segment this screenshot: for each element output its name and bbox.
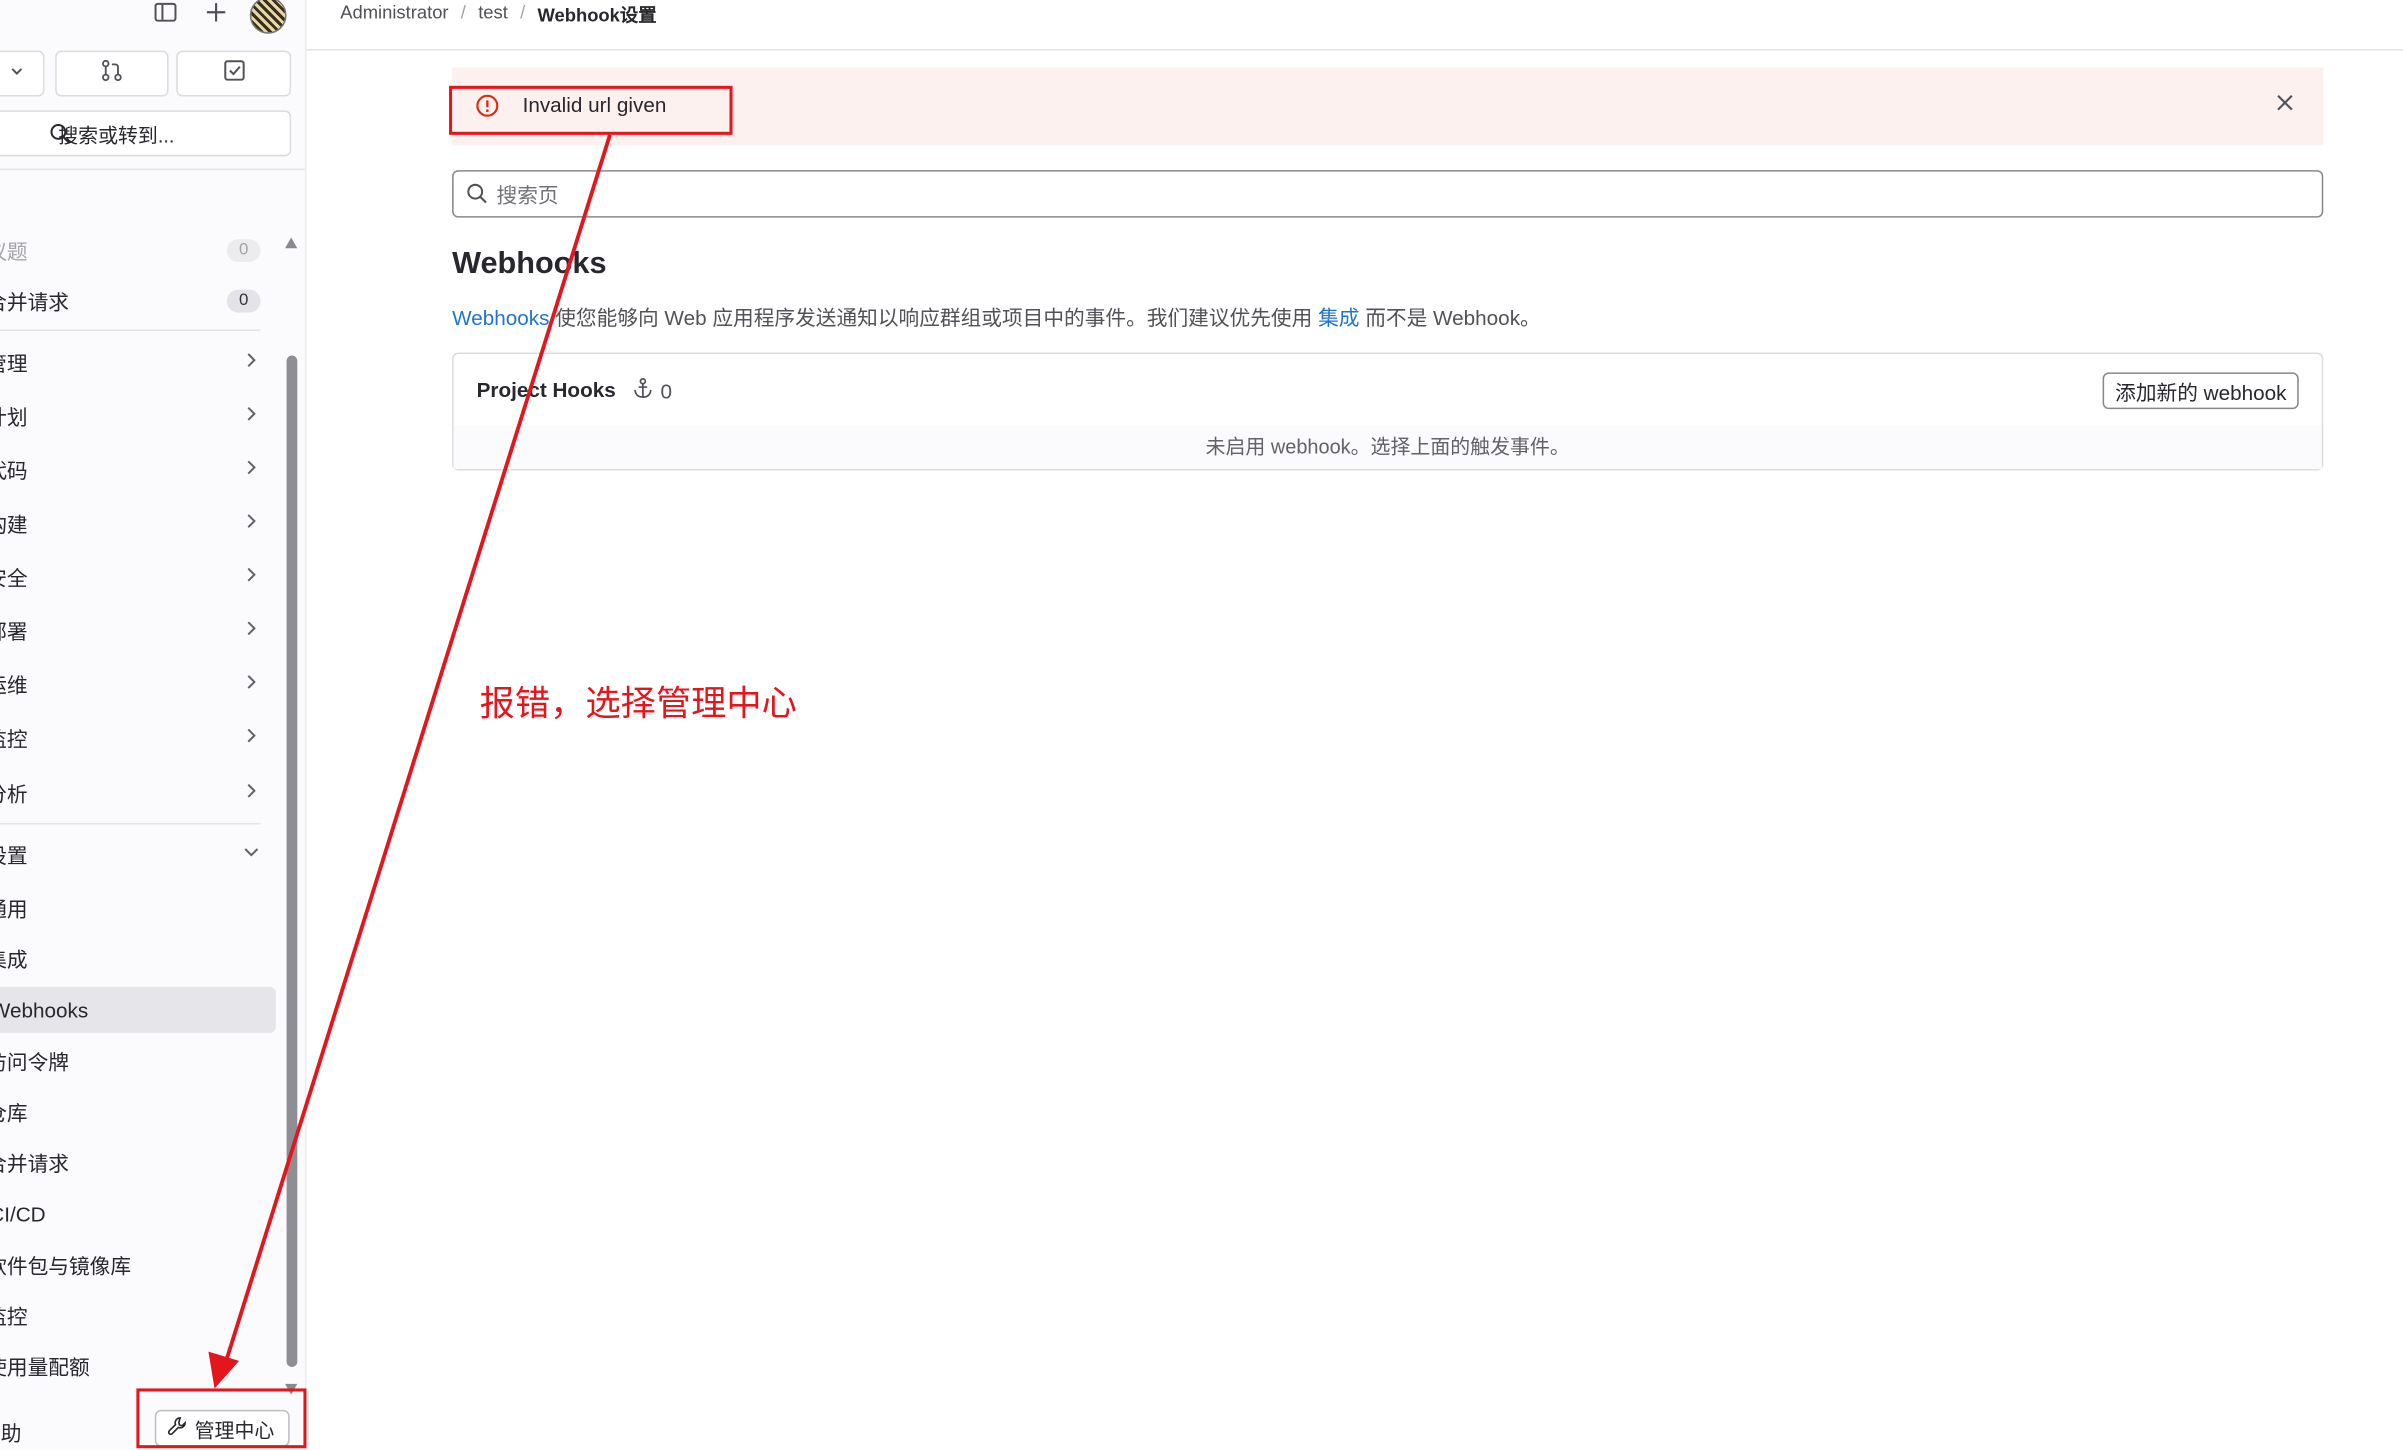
annotation-text: 报错，选择管理中心 [479,683,797,724]
annotation-arrow [208,134,612,1389]
